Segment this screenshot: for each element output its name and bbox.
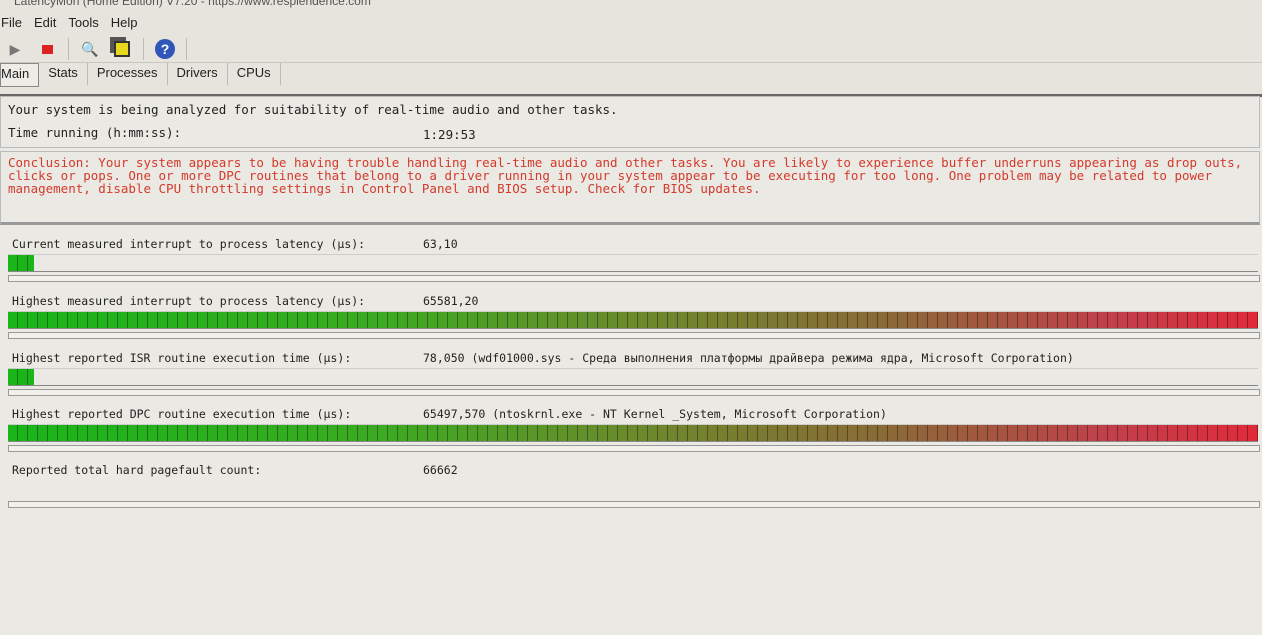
metric-track <box>8 275 1260 282</box>
metric-label: Reported total hard pagefault count: <box>12 463 262 477</box>
latency-bar-fill <box>8 425 1258 441</box>
latency-bar-fill <box>8 255 34 271</box>
latency-bar <box>8 254 1258 272</box>
menu-bar: File Edit Tools Help <box>0 15 138 30</box>
toolbar: ▶ 🔍 ? <box>0 36 1262 63</box>
metric-value: 65581,20 <box>423 294 479 308</box>
metric-label: Current measured interrupt to process la… <box>12 237 366 251</box>
window-title: LatencyMon (Home Edition) V7.20 - https:… <box>14 0 371 8</box>
latency-bar-fill <box>8 369 34 385</box>
tab-drivers[interactable]: Drivers <box>168 63 228 85</box>
tab-processes[interactable]: Processes <box>88 63 168 85</box>
metric-track <box>8 389 1260 396</box>
tab-bar: Main Stats Processes Drivers CPUs <box>0 63 281 87</box>
menu-file[interactable]: File <box>0 15 23 30</box>
conclusion-text: Conclusion: Your system appears to be ha… <box>8 155 1243 196</box>
toolbar-separator <box>68 38 69 60</box>
metric-label: Highest reported ISR routine execution t… <box>12 351 352 365</box>
latency-bar <box>8 424 1258 442</box>
stop-icon[interactable] <box>36 38 58 60</box>
metric-track <box>8 501 1260 508</box>
time-running-value: 1:29:53 <box>423 127 476 142</box>
time-running-label: Time running (h:mm:ss): <box>8 125 182 140</box>
latency-bar-fill <box>8 312 1258 328</box>
latency-bar <box>8 368 1258 386</box>
menu-help[interactable]: Help <box>110 15 139 30</box>
play-icon[interactable]: ▶ <box>4 38 26 60</box>
tab-cpus[interactable]: CPUs <box>228 63 281 85</box>
menu-tools[interactable]: Tools <box>67 15 99 30</box>
metric-value: 66662 <box>423 463 458 477</box>
metric-value: 65497,570 (ntoskrnl.exe - NT Kernel _Sys… <box>423 407 887 421</box>
metric-track <box>8 445 1260 452</box>
metric-value: 63,10 <box>423 237 458 251</box>
toolbar-separator <box>186 38 187 60</box>
tab-main[interactable]: Main <box>0 63 40 87</box>
metric-label: Highest measured interrupt to process la… <box>12 294 366 308</box>
metric-label: Highest reported DPC routine execution t… <box>12 407 352 421</box>
toolbar-separator <box>143 38 144 60</box>
report-icon[interactable]: 🔍 <box>79 38 101 60</box>
status-text: Your system is being analyzed for suitab… <box>8 102 618 117</box>
tab-stats[interactable]: Stats <box>39 63 88 85</box>
latency-bar <box>8 311 1258 329</box>
help-icon[interactable]: ? <box>154 38 176 60</box>
metric-track <box>8 332 1260 339</box>
windows-icon[interactable] <box>111 38 133 60</box>
main-panel: Your system is being analyzed for suitab… <box>0 94 1262 635</box>
menu-edit[interactable]: Edit <box>33 15 57 30</box>
metric-value: 78,050 (wdf01000.sys - Среда выполнения … <box>423 351 1074 365</box>
